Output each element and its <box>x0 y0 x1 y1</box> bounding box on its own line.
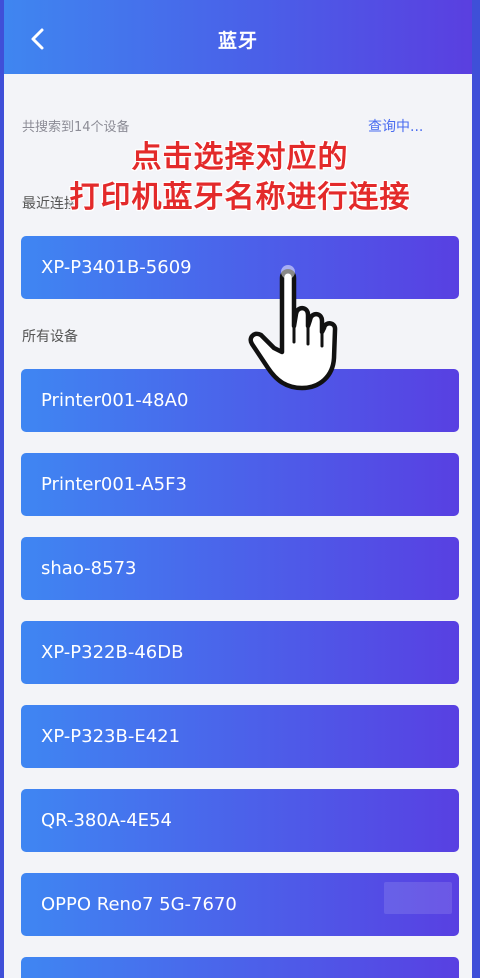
device-item[interactable]: Printer001-48A0 <box>21 369 459 432</box>
page-title: 蓝牙 <box>217 30 258 52</box>
instruction-line-1: 点击选择对应的 <box>131 140 349 175</box>
instruction-line-2: 打印机蓝牙名称进行连接 <box>69 180 411 215</box>
device-item-partial[interactable] <box>21 957 459 978</box>
device-item[interactable]: XP-P322B-46DB <box>21 621 459 684</box>
floating-overlay-box <box>384 882 452 914</box>
device-item-recent[interactable]: XP-P3401B-5609 <box>21 236 459 299</box>
all-section-label: 所有设备 <box>22 329 78 345</box>
device-item[interactable]: XP-P323B-E421 <box>21 705 459 768</box>
pointing-hand-icon <box>248 265 338 391</box>
device-item[interactable]: shao-8573 <box>21 537 459 600</box>
device-item[interactable]: Printer001-A5F3 <box>21 453 459 516</box>
app-header: 蓝牙 <box>4 0 472 74</box>
device-item[interactable]: QR-380A-4E54 <box>21 789 459 852</box>
